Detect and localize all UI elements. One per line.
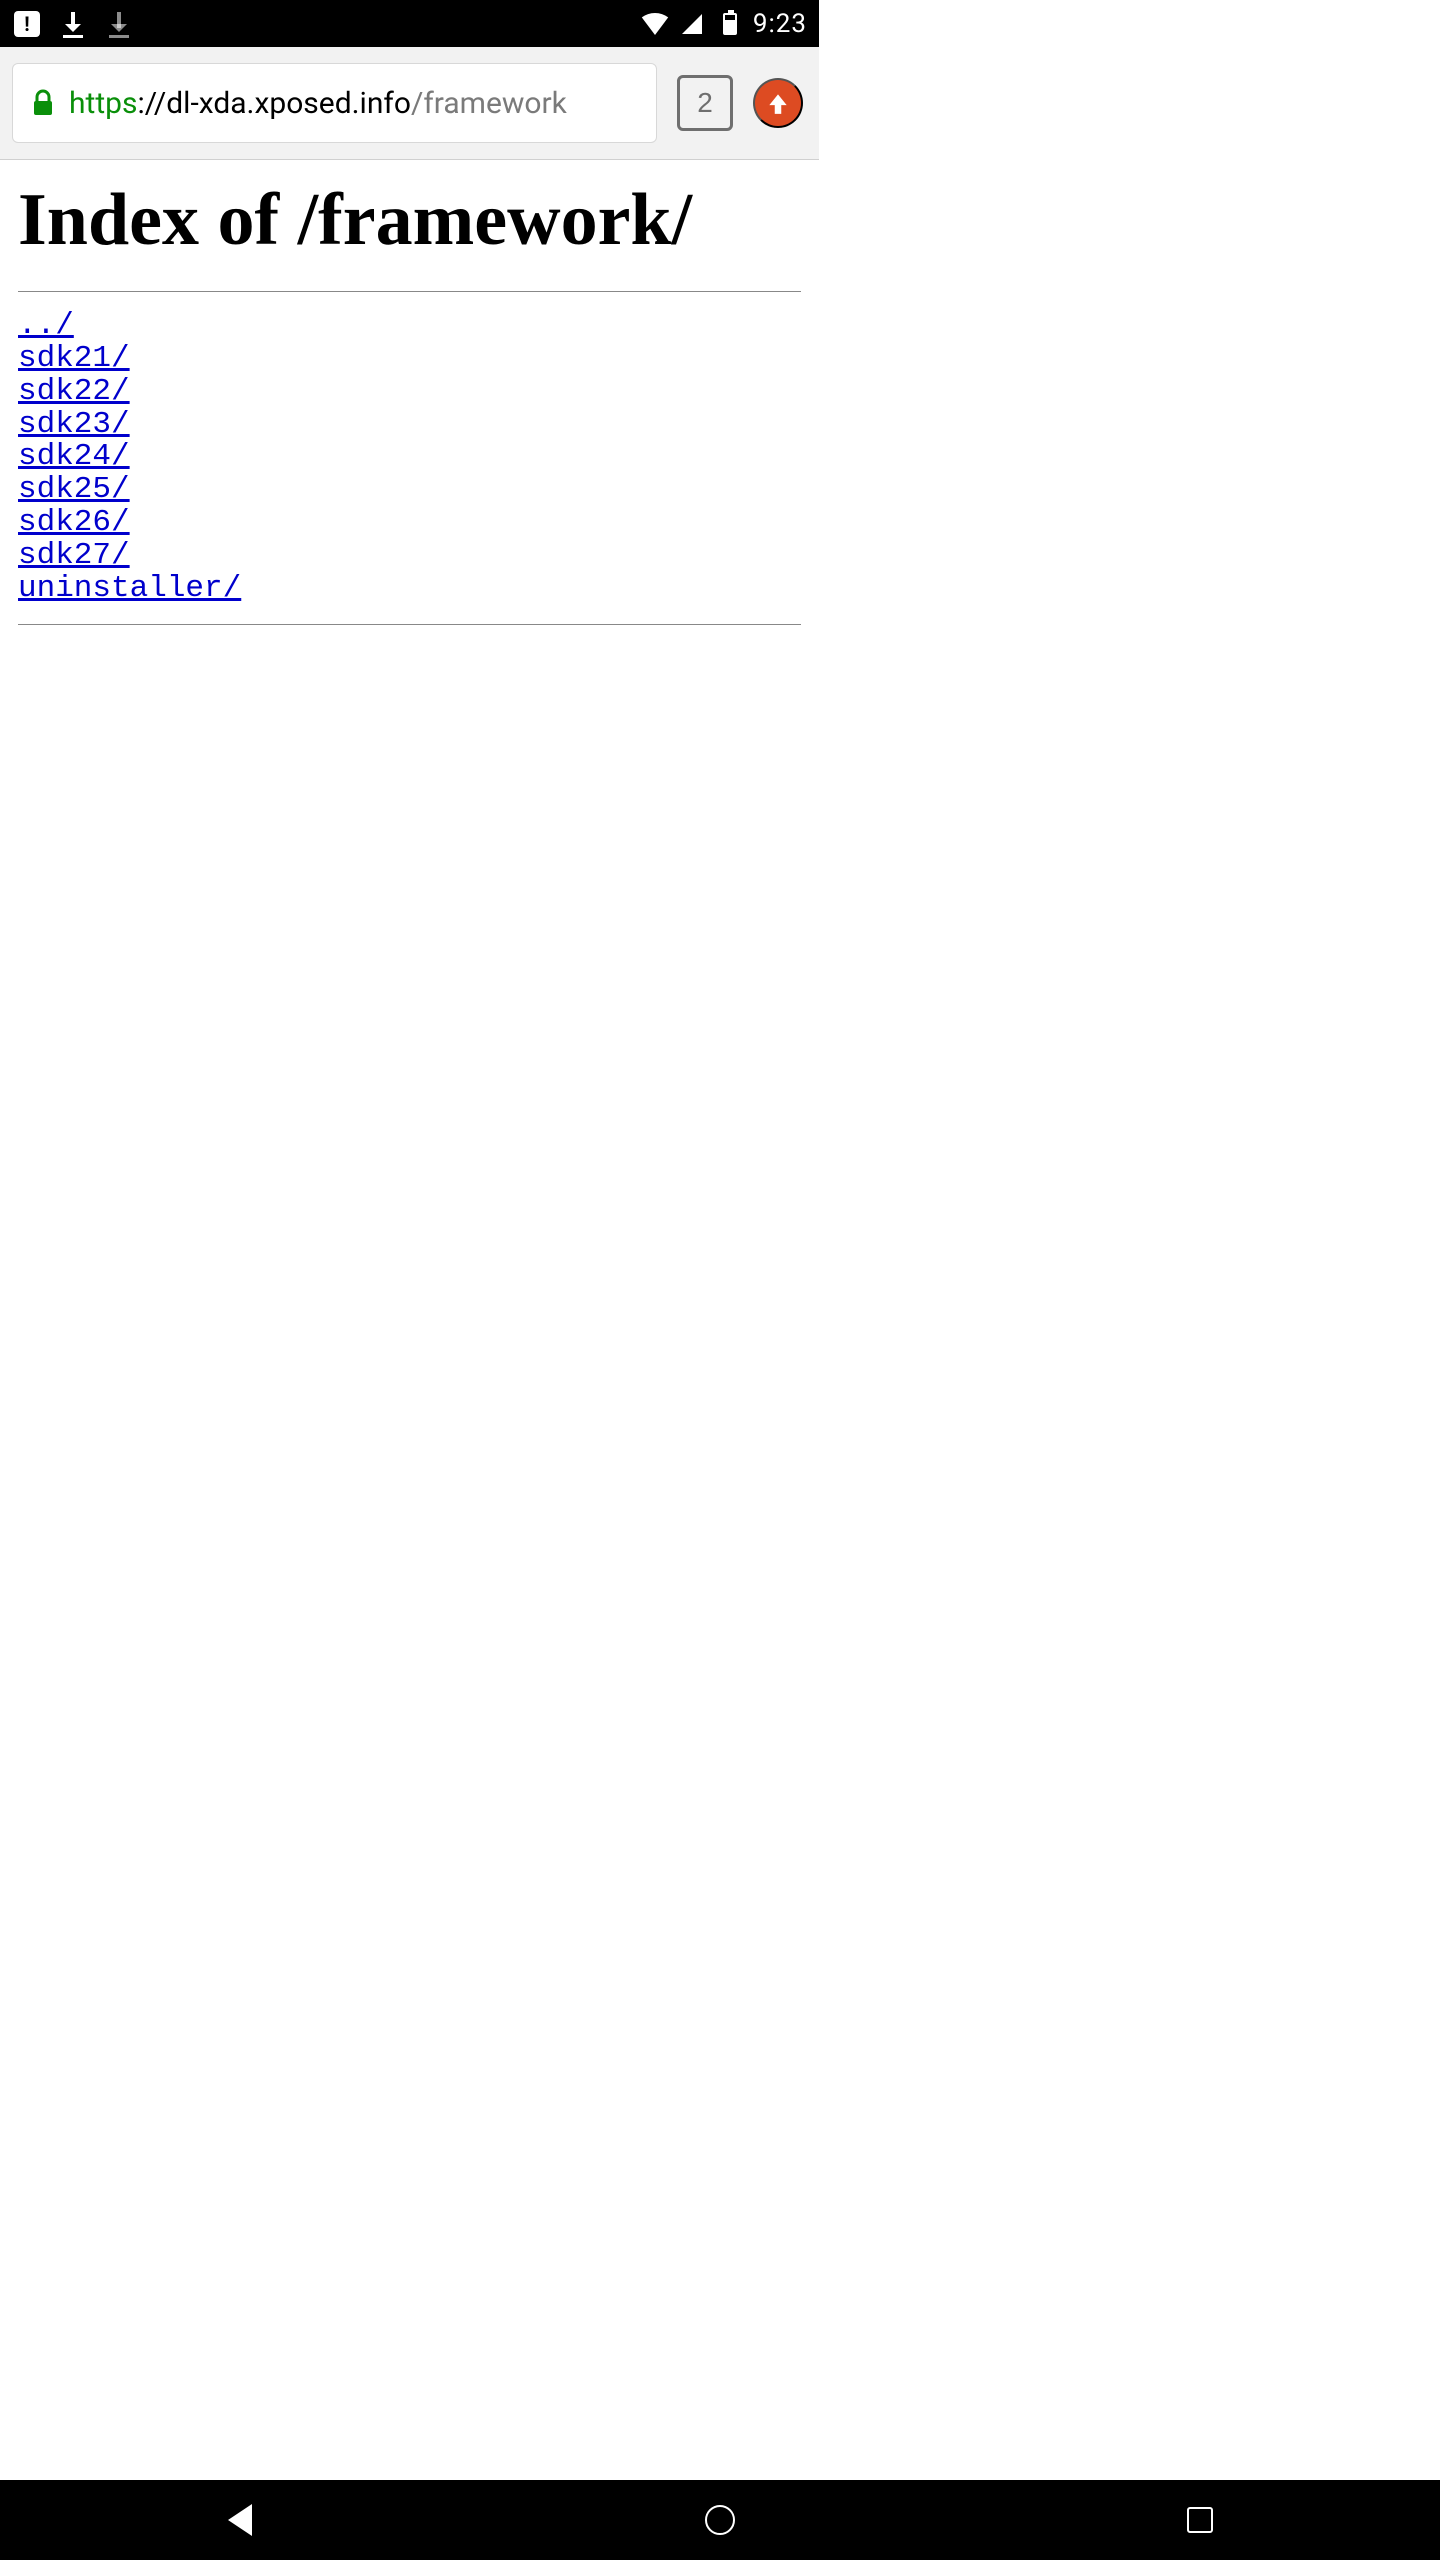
notification-alert-icon: ! — [12, 9, 42, 39]
nav-recent-button[interactable] — [1170, 2490, 1230, 2550]
tab-count: 2 — [697, 87, 713, 119]
lock-icon — [31, 89, 55, 117]
url-bar[interactable]: https://dl-xda.xposed.info/framework — [12, 63, 657, 143]
url-path: /framework — [411, 86, 567, 121]
battery-icon — [715, 9, 745, 39]
divider-bottom — [18, 624, 801, 625]
dir-link[interactable]: sdk26/ — [18, 507, 801, 540]
status-right: 9:23 — [641, 9, 807, 39]
dir-link[interactable]: uninstaller/ — [18, 573, 801, 606]
nav-home-button[interactable] — [690, 2490, 750, 2550]
page-heading: Index of /framework/ — [18, 178, 801, 263]
download-active-icon — [58, 9, 88, 39]
stop-loading-button[interactable] — [753, 78, 803, 128]
dir-link[interactable]: sdk27/ — [18, 540, 801, 573]
url-host: ://dl-xda.xposed.info — [137, 86, 410, 121]
arrow-up-icon — [765, 90, 791, 116]
dir-link[interactable]: sdk25/ — [18, 474, 801, 507]
divider-top — [18, 291, 801, 292]
download-idle-icon — [104, 9, 134, 39]
status-clock: 9:23 — [753, 9, 807, 39]
browser-toolbar: https://dl-xda.xposed.info/framework 2 — [0, 47, 819, 160]
dir-link[interactable]: sdk24/ — [18, 441, 801, 474]
back-triangle-icon — [228, 2504, 252, 2536]
dir-link[interactable]: sdk21/ — [18, 343, 801, 376]
url-protocol: https — [69, 86, 137, 121]
directory-listing: ../ sdk21/ sdk22/ sdk23/ sdk24/ sdk25/ s… — [18, 310, 801, 606]
android-nav-bar — [0, 2480, 1440, 2560]
cell-signal-icon — [677, 9, 707, 39]
dir-link[interactable]: ../ — [18, 310, 801, 343]
dir-link[interactable]: sdk22/ — [18, 376, 801, 409]
url-text: https://dl-xda.xposed.info/framework — [69, 86, 567, 121]
page-content: Index of /framework/ ../ sdk21/ sdk22/ s… — [0, 160, 819, 653]
wifi-icon — [641, 13, 669, 35]
recent-square-icon — [1187, 2507, 1213, 2533]
status-left: ! — [12, 9, 134, 39]
tabs-button[interactable]: 2 — [677, 75, 733, 131]
dir-link[interactable]: sdk23/ — [18, 409, 801, 442]
nav-back-button[interactable] — [210, 2490, 270, 2550]
home-circle-icon — [705, 2505, 735, 2535]
status-bar: ! 9:23 — [0, 0, 819, 47]
